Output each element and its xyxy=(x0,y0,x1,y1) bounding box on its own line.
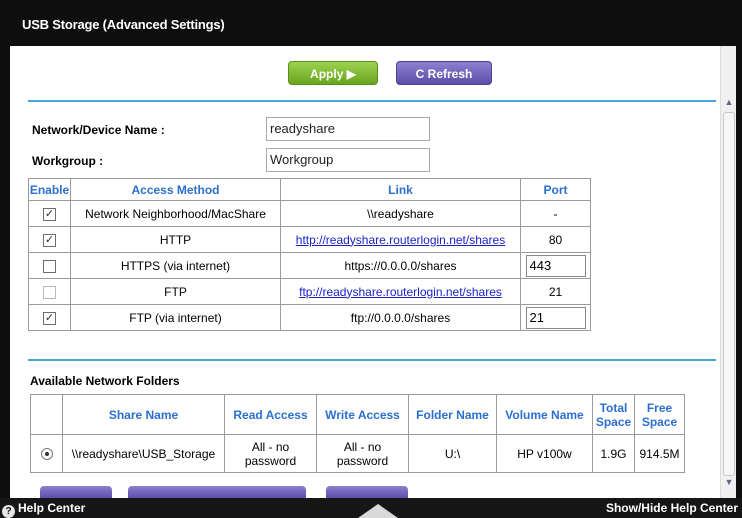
device-name-label: Network/Device Name : xyxy=(32,123,165,137)
section-divider xyxy=(28,359,716,361)
column-header-free-space: Free Space xyxy=(634,394,685,435)
enable-cell xyxy=(28,278,71,305)
folder-name-cell: U:\ xyxy=(408,434,497,473)
access-methods-table: Enable Access Method Link Port ✓ Network … xyxy=(28,178,709,331)
refresh-button[interactable]: C Refresh xyxy=(396,61,492,85)
table-header-row: Enable Access Method Link Port xyxy=(28,178,709,201)
port-input[interactable]: 443 xyxy=(525,254,586,277)
scroll-down-icon[interactable]: ▼ xyxy=(721,474,737,490)
table-row: ✓ FTP (via internet) ftp://0.0.0.0/shares 2… xyxy=(28,304,709,331)
enable-checkbox xyxy=(43,285,56,299)
apply-button[interactable]: Apply ▶ xyxy=(288,61,378,85)
column-header-port: Port xyxy=(520,178,591,201)
port-cell: - xyxy=(520,200,591,227)
create-network-folder-button[interactable] xyxy=(128,486,306,498)
free-space-cell: 914.5M xyxy=(634,434,685,473)
help-center-bar: ? Help Center Show/Hide Help Center xyxy=(0,498,742,518)
access-table-body: ✓ Network Neighborhood/MacShare \\readysha… xyxy=(28,200,709,331)
port-value: 80 xyxy=(548,232,563,247)
window-titlebar: USB Storage (Advanced Settings) xyxy=(0,0,742,46)
column-header-volume-name: Volume Name xyxy=(496,394,593,435)
access-method-cell: HTTPS (via internet) xyxy=(70,252,281,279)
column-header-enable: Enable xyxy=(28,178,71,201)
column-header-link: Link xyxy=(280,178,521,201)
enable-checkbox[interactable] xyxy=(43,259,56,273)
folder-select-radio[interactable] xyxy=(40,448,53,461)
port-cell: 80 xyxy=(520,226,591,253)
column-header-write-access: Write Access xyxy=(316,394,409,435)
scrollbar-thumb[interactable] xyxy=(723,112,735,476)
port-value: 21 xyxy=(548,284,563,299)
port-cell: 21 xyxy=(520,278,591,305)
help-center-toggle[interactable]: ? Help Center xyxy=(2,501,85,518)
device-name-input[interactable]: readyshare xyxy=(266,117,430,141)
port-input[interactable]: 21 xyxy=(525,306,586,329)
total-space-cell: 1.9G xyxy=(592,434,635,473)
share-link[interactable]: http://readyshare.routerlogin.net/shares xyxy=(296,233,505,247)
frame-right xyxy=(736,46,742,518)
help-icon: ? xyxy=(2,505,15,518)
column-header-total-space: Total Space xyxy=(592,394,635,435)
column-header-folder-name: Folder Name xyxy=(408,394,497,435)
network-folders-table: Share Name Read Access Write Access Fold… xyxy=(30,394,685,473)
vertical-scrollbar[interactable]: ▲ ▼ xyxy=(720,46,736,498)
scroll-up-icon[interactable]: ▲ xyxy=(721,94,737,110)
write-access-cell: All - no password xyxy=(316,434,409,473)
table-header-row: Share Name Read Access Write Access Fold… xyxy=(30,394,685,435)
column-header-select xyxy=(30,394,63,435)
enable-checkbox[interactable]: ✓ xyxy=(43,311,56,325)
access-method-cell: FTP xyxy=(70,278,281,305)
enable-cell: ✓ xyxy=(28,226,71,253)
enable-cell: ✓ xyxy=(28,200,71,227)
delete-folder-button[interactable] xyxy=(326,486,408,498)
access-method-cell: Network Neighborhood/MacShare xyxy=(70,200,281,227)
enable-checkbox[interactable]: ✓ xyxy=(43,233,56,247)
access-method-cell: HTTP xyxy=(70,226,281,253)
workgroup-input[interactable]: Workgroup xyxy=(266,148,430,172)
table-row: ✓ HTTP http://readyshare.routerlogin.net/s… xyxy=(28,226,709,253)
folders-section-title: Available Network Folders xyxy=(30,374,180,388)
table-row: ✓ Network Neighborhood/MacShare \\readysha… xyxy=(28,200,709,227)
link-cell: https://0.0.0.0/shares xyxy=(280,252,521,279)
enable-cell xyxy=(28,252,71,279)
link-text: ftp://0.0.0.0/shares xyxy=(350,310,451,325)
column-header-access-method: Access Method xyxy=(70,178,281,201)
port-cell: 21 xyxy=(520,304,591,331)
port-value: - xyxy=(553,206,558,221)
settings-panel: Apply ▶ C Refresh Network/Device Name : … xyxy=(10,46,720,498)
window-title: USB Storage (Advanced Settings) xyxy=(22,17,225,32)
column-header-read-access: Read Access xyxy=(224,394,317,435)
link-cell: ftp://0.0.0.0/shares xyxy=(280,304,521,331)
enable-cell: ✓ xyxy=(28,304,71,331)
table-row: HTTPS (via internet) https://0.0.0.0/shar… xyxy=(28,252,709,279)
port-cell: 443 xyxy=(520,252,591,279)
workgroup-label: Workgroup : xyxy=(32,154,104,168)
show-hide-help-center-link[interactable]: Show/Hide Help Center xyxy=(606,501,738,515)
share-name-cell: \\readyshare\USB_Storage xyxy=(62,434,225,473)
link-text: \\readyshare xyxy=(367,206,434,221)
section-divider xyxy=(28,100,716,102)
table-row[interactable]: \\readyshare\USB_Storage All - no passwor… xyxy=(30,434,685,473)
table-row: FTP ftp://readyshare.routerlogin.net/shar… xyxy=(28,278,709,305)
share-link[interactable]: ftp://readyshare.routerlogin.net/shares xyxy=(299,285,502,299)
link-text: https://0.0.0.0/shares xyxy=(344,258,457,273)
link-cell: ftp://readyshare.routerlogin.net/shares xyxy=(280,278,521,305)
help-center-label: Help Center xyxy=(18,501,86,515)
column-header-share-name: Share Name xyxy=(62,394,225,435)
volume-name-cell: HP v100w xyxy=(496,434,593,473)
help-expand-tab-icon[interactable] xyxy=(358,504,398,518)
link-cell: http://readyshare.routerlogin.net/shares xyxy=(280,226,521,253)
frame-left xyxy=(0,46,10,518)
select-cell xyxy=(30,434,63,473)
access-method-cell: FTP (via internet) xyxy=(70,304,281,331)
enable-checkbox[interactable]: ✓ xyxy=(43,207,56,221)
link-cell: \\readyshare xyxy=(280,200,521,227)
edit-folder-button[interactable] xyxy=(40,486,112,498)
folders-table-body: \\readyshare\USB_Storage All - no passwor… xyxy=(30,434,685,473)
read-access-cell: All - no password xyxy=(224,434,317,473)
